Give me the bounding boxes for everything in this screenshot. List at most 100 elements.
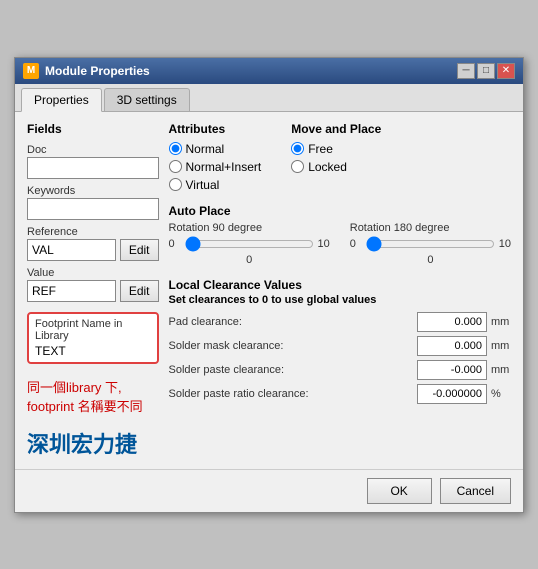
doc-label: Doc	[27, 144, 159, 156]
pad-clearance-row: Pad clearance: mm	[169, 312, 512, 332]
rotation90-value: 0	[169, 254, 330, 266]
module-properties-window: M Module Properties ─ □ ✕ Properties 3D …	[14, 57, 524, 513]
window-title: Module Properties	[45, 64, 150, 78]
normal-insert-label: Normal+Insert	[186, 160, 262, 174]
title-bar: M Module Properties ─ □ ✕	[15, 58, 523, 84]
locked-label: Locked	[308, 160, 347, 174]
annotation-line2: footprint 名稱要不同	[27, 397, 159, 417]
slider90-min: 0	[169, 238, 181, 250]
tab-bar: Properties 3D settings	[15, 84, 523, 112]
solder-mask-unit: mm	[491, 340, 511, 352]
locked-radio-item[interactable]: Locked	[291, 160, 381, 174]
fields-label: Fields	[27, 122, 159, 136]
footprint-value: TEXT	[35, 344, 151, 358]
rotation90-label: Rotation 90 degree	[169, 222, 330, 234]
reference-group: Reference Edit	[27, 226, 159, 261]
footer: OK Cancel	[15, 469, 523, 512]
main-content: Fields Doc Keywords Reference Edit Value	[15, 112, 523, 469]
solder-paste-label: Solder paste clearance:	[169, 364, 414, 376]
auto-place-section: Auto Place Rotation 90 degree 0 10 0 Rot…	[169, 204, 512, 266]
value-group: Value Edit	[27, 267, 159, 302]
left-panel: Fields Doc Keywords Reference Edit Value	[27, 122, 159, 459]
maximize-button[interactable]: □	[477, 63, 495, 79]
pad-clearance-input[interactable]	[417, 312, 487, 332]
shenzhen-text: 深圳宏力捷	[27, 427, 159, 459]
keywords-label: Keywords	[27, 185, 159, 197]
keywords-input[interactable]	[27, 198, 159, 220]
reference-edit-button[interactable]: Edit	[120, 239, 159, 261]
virtual-radio[interactable]	[169, 178, 182, 191]
rotation90-slider[interactable]	[185, 236, 314, 252]
virtual-radio-item[interactable]: Virtual	[169, 178, 262, 192]
pad-clearance-unit: mm	[491, 316, 511, 328]
normal-label: Normal	[186, 142, 225, 156]
footprint-label: Footprint Name in Library	[35, 318, 151, 342]
clearance-section: Local Clearance Values Set clearances to…	[169, 278, 512, 408]
tab-3d-settings[interactable]: 3D settings	[104, 88, 190, 111]
annotation-line1: 同一個library 下,	[27, 378, 159, 398]
free-radio-item[interactable]: Free	[291, 142, 381, 156]
solder-mask-row: Solder mask clearance: mm	[169, 336, 512, 356]
slider180-min: 0	[350, 238, 362, 250]
virtual-label: Virtual	[186, 178, 220, 192]
value-label: Value	[27, 267, 159, 279]
move-place-col: Move and Place Free Locked	[291, 122, 381, 192]
doc-input[interactable]	[27, 157, 159, 179]
rotation180-value: 0	[350, 254, 511, 266]
rotation180-group: Rotation 180 degree 0 10 0	[350, 222, 511, 266]
solder-mask-input[interactable]	[417, 336, 487, 356]
clearance-hint: Set clearances to 0 to use global values	[169, 294, 512, 306]
minimize-button[interactable]: ─	[457, 63, 475, 79]
value-row: Edit	[27, 280, 159, 302]
close-button[interactable]: ✕	[497, 63, 515, 79]
rotation180-label: Rotation 180 degree	[350, 222, 511, 234]
ok-button[interactable]: OK	[367, 478, 432, 504]
normal-radio-item[interactable]: Normal	[169, 142, 262, 156]
normal-insert-radio-item[interactable]: Normal+Insert	[169, 160, 262, 174]
sliders-row: Rotation 90 degree 0 10 0 Rotation 180 d…	[169, 222, 512, 266]
doc-group: Doc	[27, 144, 159, 179]
free-label: Free	[308, 142, 333, 156]
normal-insert-radio[interactable]	[169, 160, 182, 173]
solder-paste-row: Solder paste clearance: mm	[169, 360, 512, 380]
value-edit-button[interactable]: Edit	[120, 280, 159, 302]
reference-input[interactable]	[27, 239, 116, 261]
solder-paste-unit: mm	[491, 364, 511, 376]
attributes-col: Attributes Normal Normal+Insert Virtu	[169, 122, 262, 192]
solder-paste-ratio-row: Solder paste ratio clearance: %	[169, 384, 512, 404]
move-place-label: Move and Place	[291, 122, 381, 136]
solder-paste-ratio-input[interactable]	[417, 384, 487, 404]
rotation180-track: 0 10	[350, 236, 511, 252]
right-panel: Attributes Normal Normal+Insert Virtu	[169, 122, 512, 459]
rotation90-group: Rotation 90 degree 0 10 0	[169, 222, 330, 266]
slider180-max: 10	[499, 238, 511, 250]
solder-paste-input[interactable]	[417, 360, 487, 380]
annotation-text: 同一個library 下, footprint 名稱要不同	[27, 378, 159, 417]
attributes-label: Attributes	[169, 122, 262, 136]
solder-mask-label: Solder mask clearance:	[169, 340, 414, 352]
free-radio[interactable]	[291, 142, 304, 155]
auto-place-label: Auto Place	[169, 204, 512, 218]
footprint-box: Footprint Name in Library TEXT	[27, 312, 159, 364]
solder-paste-ratio-unit: %	[491, 388, 511, 400]
tab-properties[interactable]: Properties	[21, 88, 102, 112]
slider90-max: 10	[318, 238, 330, 250]
locked-radio[interactable]	[291, 160, 304, 173]
attributes-radio-group: Normal Normal+Insert Virtual	[169, 142, 262, 192]
title-bar-left: M Module Properties	[23, 63, 150, 79]
solder-paste-ratio-label: Solder paste ratio clearance:	[169, 388, 414, 400]
move-place-radio-group: Free Locked	[291, 142, 381, 174]
reference-label: Reference	[27, 226, 159, 238]
rotation90-track: 0 10	[169, 236, 330, 252]
keywords-group: Keywords	[27, 185, 159, 220]
cancel-button[interactable]: Cancel	[440, 478, 511, 504]
rotation180-slider[interactable]	[366, 236, 495, 252]
pad-clearance-label: Pad clearance:	[169, 316, 414, 328]
normal-radio[interactable]	[169, 142, 182, 155]
app-icon: M	[23, 63, 39, 79]
reference-row: Edit	[27, 239, 159, 261]
title-bar-buttons: ─ □ ✕	[457, 63, 515, 79]
clearance-section-label: Local Clearance Values	[169, 278, 512, 292]
attributes-section: Attributes Normal Normal+Insert Virtu	[169, 122, 512, 192]
value-input[interactable]	[27, 280, 116, 302]
